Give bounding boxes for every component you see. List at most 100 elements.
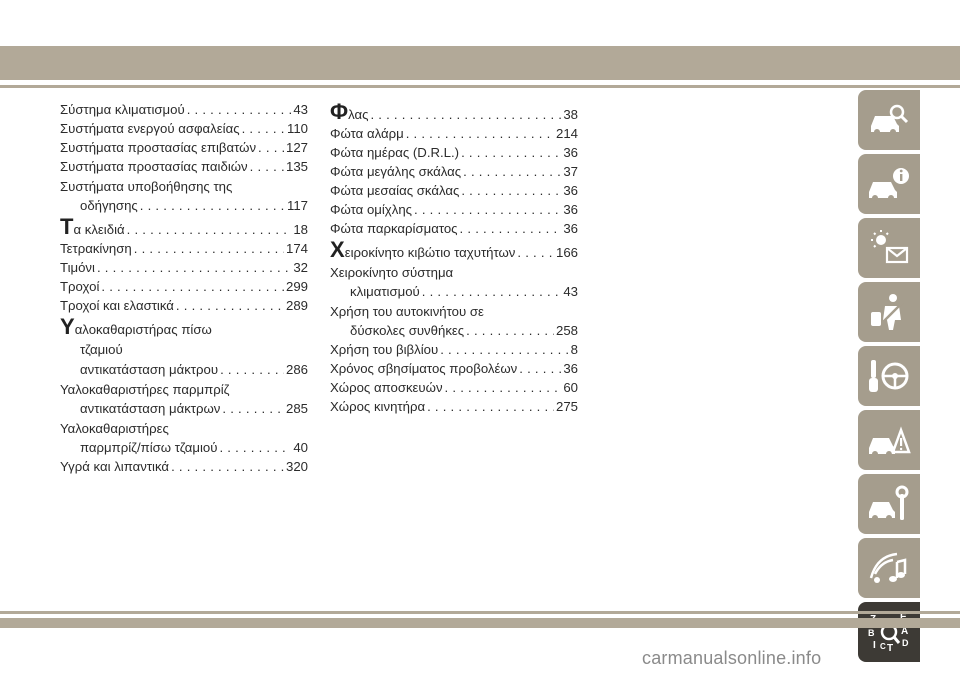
index-entry[interactable]: Υγρά και λιπαντικά 320 — [60, 457, 308, 476]
key-steering-icon — [869, 360, 909, 392]
dot-leader — [220, 399, 284, 418]
index-entry[interactable]: Φώτα ημέρας (D.R.L.) 36 — [330, 143, 578, 162]
index-entry[interactable]: Φώτα παρκαρίσματος 36 — [330, 219, 578, 238]
index-entry[interactable]: Τιμόνι 32 — [60, 258, 308, 277]
entry-title: Χειροκίνητο σύστημα — [330, 265, 454, 280]
page-number: 43 — [293, 102, 308, 117]
page-number: 32 — [293, 260, 308, 275]
index-letter-heading[interactable]: Φλας 38 — [330, 101, 578, 124]
tab-roadside[interactable] — [858, 410, 920, 470]
index-column-right: Φλας 38 Φώτα αλάρμ 214 Φώτα ημέρας (D.R.L.) 3… — [330, 100, 578, 416]
dot-leader — [458, 219, 562, 238]
tab-safety[interactable] — [858, 282, 920, 342]
dot-leader — [256, 138, 284, 157]
index-entry[interactable]: Συστήματα ενεργού ασφαλείας 110 — [60, 119, 308, 138]
index-entry[interactable]: Υαλοκαθαριστήρες παρμπρίζ/πίσω τζαμιού 40 — [60, 419, 308, 457]
bottom-divider — [0, 611, 960, 614]
entry-title: α κλειδιά — [73, 222, 125, 237]
page-number: 18 — [293, 222, 308, 237]
index-letter-d: D — [902, 638, 909, 648]
top-decorative-band — [0, 46, 960, 80]
tab-car-info[interactable] — [858, 154, 920, 214]
warning-lights-icon — [871, 230, 909, 264]
page-number: 38 — [563, 107, 578, 122]
dot-leader — [125, 220, 292, 239]
tab-key-steering[interactable] — [858, 346, 920, 406]
entry-title: Σύστημα κλιματισμού — [60, 102, 185, 117]
dot-leader — [443, 378, 562, 397]
car-search-icon — [871, 104, 909, 135]
car-info-icon — [869, 168, 909, 201]
index-entry[interactable]: Χώρος αποσκευών 60 — [330, 378, 578, 397]
dot-leader — [425, 397, 554, 416]
entry-title: Τετρακίνηση — [60, 241, 132, 256]
page-number: 40 — [293, 440, 308, 455]
dot-leader — [217, 438, 291, 457]
index-letter-heading[interactable]: Τα κλειδιά 18 — [60, 214, 308, 239]
entry-title: λας — [348, 107, 369, 122]
entry-title: Χώρος κινητήρα — [330, 399, 426, 414]
index-entry[interactable]: Χειροκίνητο σύστημα κλιματισμού 43 — [330, 263, 578, 301]
dot-leader — [185, 100, 292, 119]
entry-title: Υγρά και λιπαντικά — [60, 459, 170, 474]
page-number: 127 — [285, 140, 308, 155]
index-entry[interactable]: Συστήματα προστασίας παιδιών 135 — [60, 157, 308, 176]
index-letter-i: I — [873, 640, 876, 651]
dot-leader — [412, 200, 561, 219]
index-letter-t: T — [887, 643, 893, 652]
entry-title: οδήγησης — [80, 198, 138, 213]
page-number: 320 — [285, 459, 308, 474]
dot-leader — [464, 321, 554, 340]
index-entry[interactable]: Συστήματα προστασίας επιβατών 127 — [60, 138, 308, 157]
tab-multimedia[interactable] — [858, 538, 920, 598]
page-number: 275 — [555, 399, 578, 414]
car-service-icon — [869, 485, 909, 521]
page-number: 289 — [285, 298, 308, 313]
chapter-tab-sidebar: Z E B A I C T D — [858, 90, 920, 666]
index-entry[interactable]: αντικατάσταση μάκτρου 286 — [60, 360, 308, 379]
page-number: 36 — [563, 183, 578, 198]
index-entry[interactable]: Χρόνος σβησίματος προβολέων 36 — [330, 359, 578, 378]
index-entry[interactable]: Χρήση του βιβλίου 8 — [330, 340, 578, 359]
dot-leader — [240, 119, 285, 138]
entry-title: αντικατάσταση μάκτρου — [80, 362, 219, 377]
tab-car-service[interactable] — [858, 474, 920, 534]
page-number: 286 — [285, 362, 308, 377]
dot-leader — [169, 457, 284, 476]
dot-leader — [461, 162, 561, 181]
index-entry[interactable]: Τετρακίνηση 174 — [60, 239, 308, 258]
index-entry[interactable]: Φώτα αλάρμ 214 — [330, 124, 578, 143]
index-letter-heading[interactable]: Χειροκίνητο κιβώτιο ταχυτήτων 166 — [330, 239, 578, 262]
index-entry[interactable]: Τροχοί και ελαστικά 289 — [60, 296, 308, 315]
bottom-decorative-band — [0, 618, 960, 628]
heading-initial: Υ — [60, 314, 75, 339]
dot-leader — [459, 181, 561, 200]
page-number: 110 — [286, 121, 308, 136]
page-number: 166 — [555, 245, 578, 260]
page-number: 36 — [563, 202, 578, 217]
tab-warning-lights[interactable] — [858, 218, 920, 278]
entry-title: Φώτα μεγάλης σκάλας — [330, 164, 462, 179]
index-entry[interactable]: Τροχοί 299 — [60, 277, 308, 296]
entry-title: Υαλοκαθαριστήρες — [60, 421, 169, 436]
page-number: 36 — [563, 145, 578, 160]
entry-title: Φώτα μεσαίας σκάλας — [330, 183, 460, 198]
index-entry[interactable]: Σύστημα κλιματισμού 43 — [60, 100, 308, 119]
heading-initial: Τ — [60, 214, 74, 239]
entry-title: Τροχοί — [60, 279, 100, 294]
index-entry[interactable]: Συστήματα υποβοήθησης της οδήγησης 117 — [60, 177, 308, 215]
index-entry[interactable]: Φώτα μεγάλης σκάλας 37 — [330, 162, 578, 181]
entry-title: Χρόνος σβησίματος προβολέων — [330, 361, 518, 376]
dot-leader — [517, 359, 561, 378]
index-entry[interactable]: Φώτα ομίχλης 36 — [330, 200, 578, 219]
index-entry[interactable]: Υαλοκαθαριστήρες παρμπρίζ αντικατάσταση μ… — [60, 380, 308, 418]
tab-car-search[interactable] — [858, 90, 920, 150]
index-entry[interactable]: Χώρος κινητήρα 275 — [330, 397, 578, 416]
page-number: 174 — [285, 241, 308, 256]
index-entry[interactable]: Χρήση του αυτοκινήτου σε δύσκολες συνθήκε… — [330, 302, 578, 340]
index-letter-heading[interactable]: Υαλοκαθαριστήρας πίσω — [60, 314, 308, 339]
entry-title: Φώτα παρκαρίσματος — [330, 221, 458, 236]
index-entry[interactable]: Φώτα μεσαίας σκάλας 36 — [330, 181, 578, 200]
dot-leader — [515, 243, 554, 262]
entry-title: κλιματισμού — [350, 284, 420, 299]
